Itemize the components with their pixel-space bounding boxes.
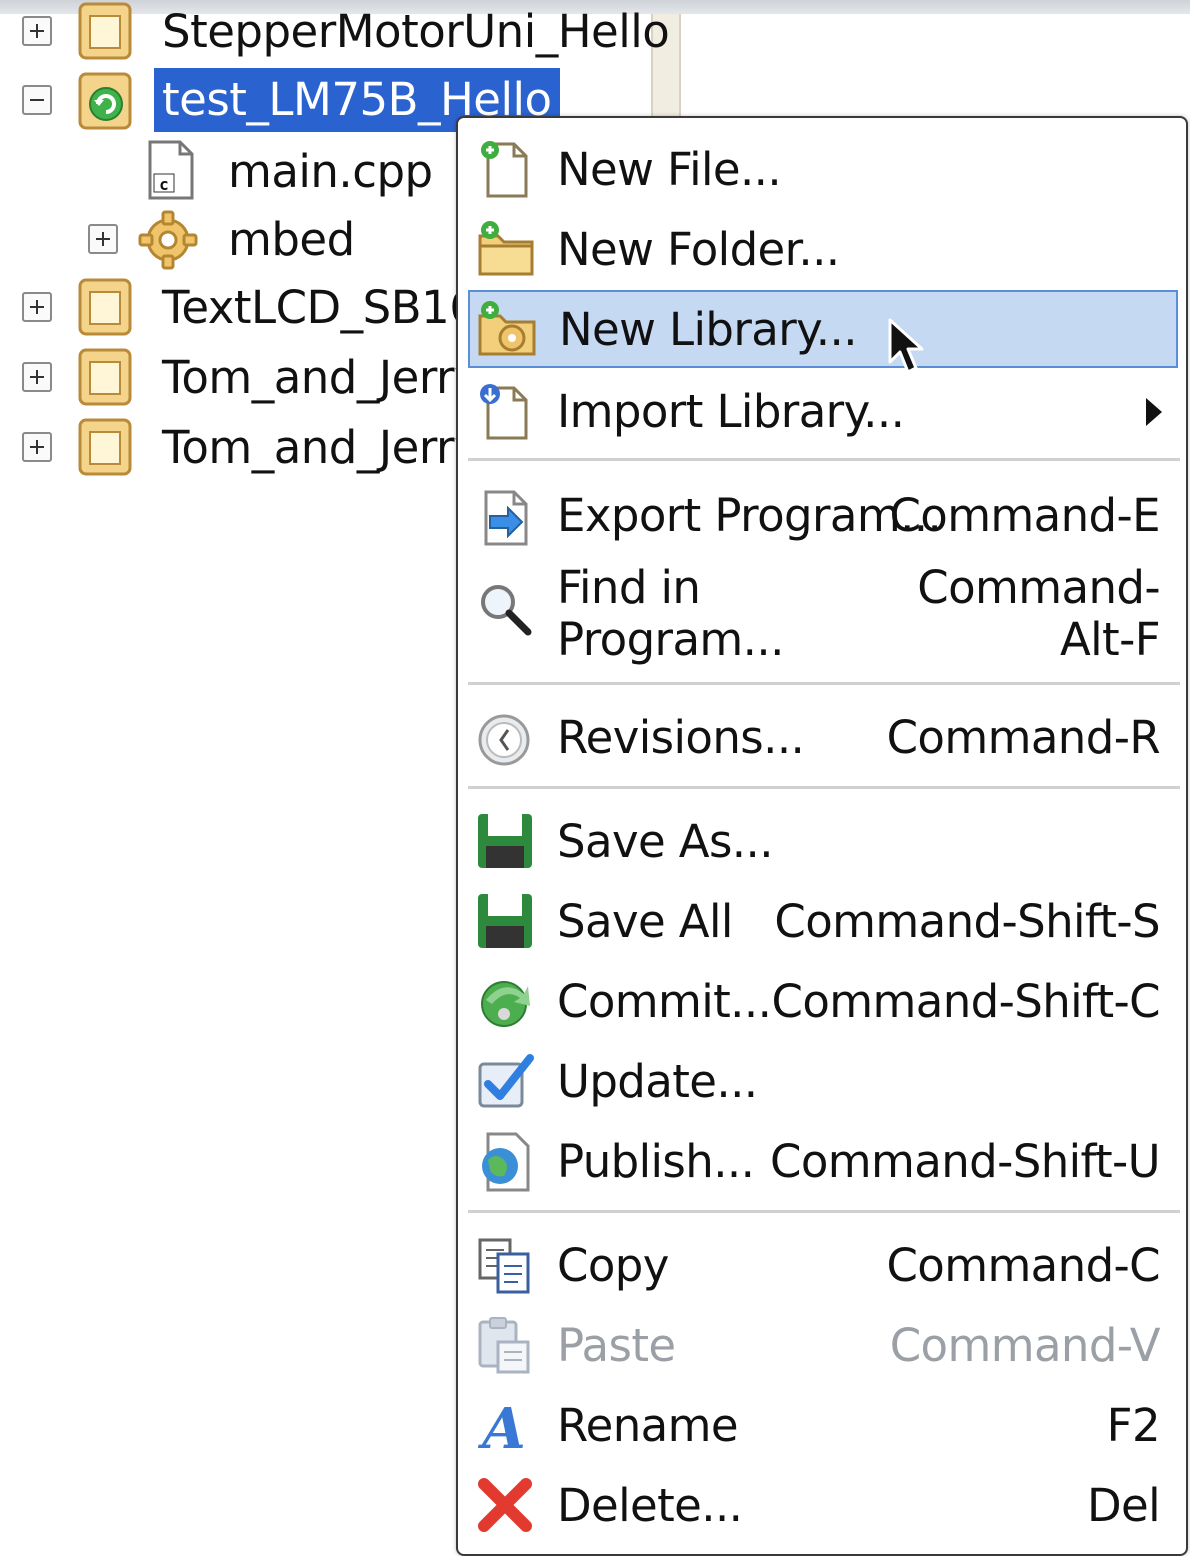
menu-item-label: New Library...	[559, 303, 858, 356]
menu-separator	[468, 1210, 1180, 1214]
magnifier-icon	[481, 585, 532, 636]
menu-item-copy[interactable]: Copy Command-C	[468, 1232, 1178, 1302]
import-library-icon	[480, 384, 528, 440]
menu-separator	[468, 786, 1180, 790]
menu-item-label-line1: Find in	[557, 561, 701, 614]
tree-item-tom-and-jerry-2[interactable]: Tom_and_Jerry	[0, 418, 456, 482]
menu-item-label: New File...	[557, 143, 782, 196]
paste-icon	[478, 1317, 530, 1374]
tree-item-steppermotoruni-hello[interactable]: StepperMotorUni_Hello	[0, 2, 670, 66]
menu-item-rename[interactable]: A Rename F2	[468, 1392, 1178, 1462]
menu-item-commit[interactable]: Commit... Command-Shift-C	[468, 968, 1178, 1038]
new-library-icon	[478, 301, 536, 356]
tree-item-label: main.cpp	[228, 145, 433, 198]
menu-item-import-library[interactable]: Import Library...	[468, 378, 1178, 448]
menu-item-shortcut: Command-V	[889, 1319, 1161, 1372]
new-file-icon	[481, 141, 528, 198]
program-icon	[78, 278, 132, 336]
menu-item-label: Paste	[557, 1319, 676, 1372]
expand-plus-icon[interactable]	[22, 432, 52, 462]
menu-item-update[interactable]: Update...	[468, 1048, 1178, 1118]
menu-separator	[468, 458, 1180, 462]
tree-item-label: StepperMotorUni_Hello	[162, 5, 670, 58]
menu-item-label: Publish...	[557, 1135, 755, 1188]
expand-plus-icon[interactable]	[22, 16, 52, 46]
checkmark-icon	[478, 1054, 534, 1108]
menu-item-label: Import Library...	[557, 385, 905, 438]
submenu-arrow-icon	[1146, 398, 1162, 426]
commit-icon	[481, 981, 530, 1027]
menu-item-shortcut: Command-R	[886, 711, 1161, 764]
new-folder-icon	[478, 221, 534, 276]
menu-item-delete[interactable]: Delete... Del	[468, 1472, 1178, 1542]
tree-item-label: mbed	[228, 213, 355, 266]
program-icon	[78, 348, 132, 406]
menu-item-paste: Paste Command-V	[468, 1312, 1178, 1382]
menu-item-label: Save All	[557, 895, 733, 948]
mouse-pointer-icon	[888, 318, 924, 374]
menu-item-shortcut: Command-Shift-C	[771, 975, 1161, 1028]
menu-separator	[468, 682, 1180, 686]
svg-text:c: c	[159, 175, 169, 194]
menu-item-publish[interactable]: Publish... Command-Shift-U	[468, 1128, 1178, 1198]
menu-item-shortcut: Command-C	[886, 1239, 1160, 1292]
tree-item-tom-and-jerry-1[interactable]: Tom_and_Jerry	[0, 348, 456, 412]
expand-plus-icon[interactable]	[88, 224, 118, 254]
tree-item-mbed[interactable]: mbed	[0, 210, 450, 274]
tree-item-main-cpp[interactable]: c main.cpp	[0, 140, 450, 206]
menu-item-label: Copy	[557, 1239, 669, 1292]
menu-item-new-file[interactable]: New File...	[468, 138, 1178, 204]
tree-item-label: Tom_and_Jerry	[162, 351, 456, 404]
clock-icon	[478, 714, 530, 766]
export-icon	[484, 490, 528, 546]
menu-item-label: Rename	[557, 1399, 739, 1452]
menu-item-find-in-program[interactable]: Find in Program... Command- Alt-F	[468, 558, 1178, 674]
program-active-icon	[78, 72, 132, 130]
copy-icon	[478, 1238, 530, 1294]
program-icon	[78, 2, 132, 60]
expand-plus-icon[interactable]	[22, 362, 52, 392]
menu-item-export-program[interactable]: Export Program... Command-E	[468, 482, 1178, 552]
menu-item-revisions[interactable]: Revisions... Command-R	[468, 704, 1178, 774]
menu-item-new-library[interactable]: New Library...	[468, 290, 1178, 368]
context-menu: New File... New Folder... New Library...	[456, 116, 1188, 1556]
floppy-disk-icon	[478, 814, 532, 868]
menu-item-shortcut: Del	[1086, 1479, 1161, 1532]
program-icon	[78, 418, 132, 476]
menu-item-label: Update...	[557, 1055, 758, 1108]
menu-item-shortcut-line2: Alt-F	[1059, 613, 1161, 666]
menu-item-shortcut-line1: Command-	[917, 561, 1160, 614]
svg-text:A: A	[477, 1396, 525, 1456]
menu-item-label: Revisions...	[557, 711, 805, 764]
menu-item-new-folder[interactable]: New Folder...	[468, 218, 1178, 284]
menu-item-label: Export Program...	[557, 489, 942, 542]
delete-x-icon	[478, 1478, 532, 1532]
menu-item-save-as[interactable]: Save As...	[468, 808, 1178, 878]
tree-item-label: Tom_and_Jerry	[162, 421, 456, 474]
library-gear-icon	[138, 210, 198, 270]
cpp-file-icon: c	[148, 140, 194, 200]
menu-item-label: New Folder...	[557, 223, 840, 276]
menu-item-shortcut: F2	[1106, 1399, 1161, 1452]
menu-item-label: Delete...	[557, 1479, 743, 1532]
tree-item-label: TextLCD_SB16	[162, 281, 456, 334]
menu-item-shortcut: Command-Shift-S	[774, 895, 1160, 948]
menu-item-shortcut: Command-E	[889, 489, 1160, 542]
menu-item-label-line2: Program...	[557, 613, 784, 666]
globe-icon	[482, 1132, 530, 1192]
collapse-minus-icon[interactable]	[22, 85, 52, 115]
tree-item-textlcd[interactable]: TextLCD_SB16	[0, 278, 456, 342]
expand-plus-icon[interactable]	[22, 292, 52, 322]
menu-item-save-all[interactable]: Save All Command-Shift-S	[468, 888, 1178, 958]
menu-item-label: Save As...	[557, 815, 774, 868]
floppy-disk-icon	[478, 894, 532, 948]
rename-icon: A	[477, 1396, 525, 1456]
menu-item-label: Commit...	[557, 975, 772, 1028]
menu-item-shortcut: Command-Shift-U	[770, 1135, 1161, 1188]
